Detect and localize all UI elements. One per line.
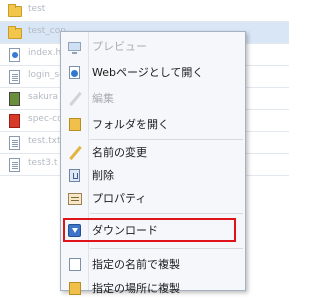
menu-item-label: プロパティ (92, 192, 147, 205)
folder-icon (8, 26, 22, 40)
image-file-icon (8, 92, 22, 106)
text-file-icon (8, 136, 22, 150)
pdf-file-icon (8, 114, 22, 128)
web-page-icon (68, 66, 82, 80)
menu-item-label: Webページとして開く (92, 66, 204, 79)
copy-as-icon (67, 256, 82, 272)
menu-item-open-as-web-page[interactable]: Webページとして開く (61, 60, 245, 86)
download-highlight-box (63, 218, 236, 242)
file-name: spec-co (28, 114, 63, 124)
text-file-icon (8, 158, 22, 172)
rename-pencil-icon (68, 146, 82, 160)
menu-item-preview: プレビュー (61, 34, 245, 60)
menu-item-open-folder[interactable]: フォルダを開く (61, 112, 245, 138)
preview-monitor-icon (68, 40, 82, 54)
file-name: test3.t (28, 158, 58, 168)
menu-item-label: 削除 (92, 169, 114, 182)
folder-open-icon (68, 118, 82, 132)
folder-icon (8, 4, 22, 18)
file-name: test (28, 4, 46, 14)
menu-item-edit: 編集 (61, 86, 245, 112)
menu-item-duplicate-to-location[interactable]: 指定の場所に複製 (61, 276, 245, 302)
copy-to-icon (68, 282, 82, 296)
file-row[interactable]: test (0, 0, 289, 22)
delete-trash-icon (68, 169, 82, 183)
file-name: sakura (28, 92, 59, 102)
html-file-icon (8, 48, 22, 62)
properties-icon (68, 192, 82, 206)
menu-separator (90, 248, 243, 249)
menu-separator (90, 213, 243, 214)
context-menu: プレビュー Webページとして開く 編集 フォルダを開く 名前の変更 削除 プロ… (60, 31, 246, 295)
menu-item-label: フォルダを開く (92, 118, 169, 131)
edit-pencil-icon (68, 92, 82, 106)
file-name: test.txt (28, 136, 61, 146)
menu-item-label: 編集 (92, 92, 114, 105)
menu-item-label: 指定の名前で複製 (92, 258, 180, 271)
menu-item-label: 名前の変更 (92, 146, 147, 159)
menu-item-properties[interactable]: プロパティ (61, 186, 245, 212)
menu-item-duplicate-with-name[interactable]: 指定の名前で複製 (61, 252, 245, 278)
menu-item-label: 指定の場所に複製 (92, 282, 180, 295)
text-file-icon (8, 70, 22, 84)
menu-item-label: プレビュー (92, 40, 147, 53)
